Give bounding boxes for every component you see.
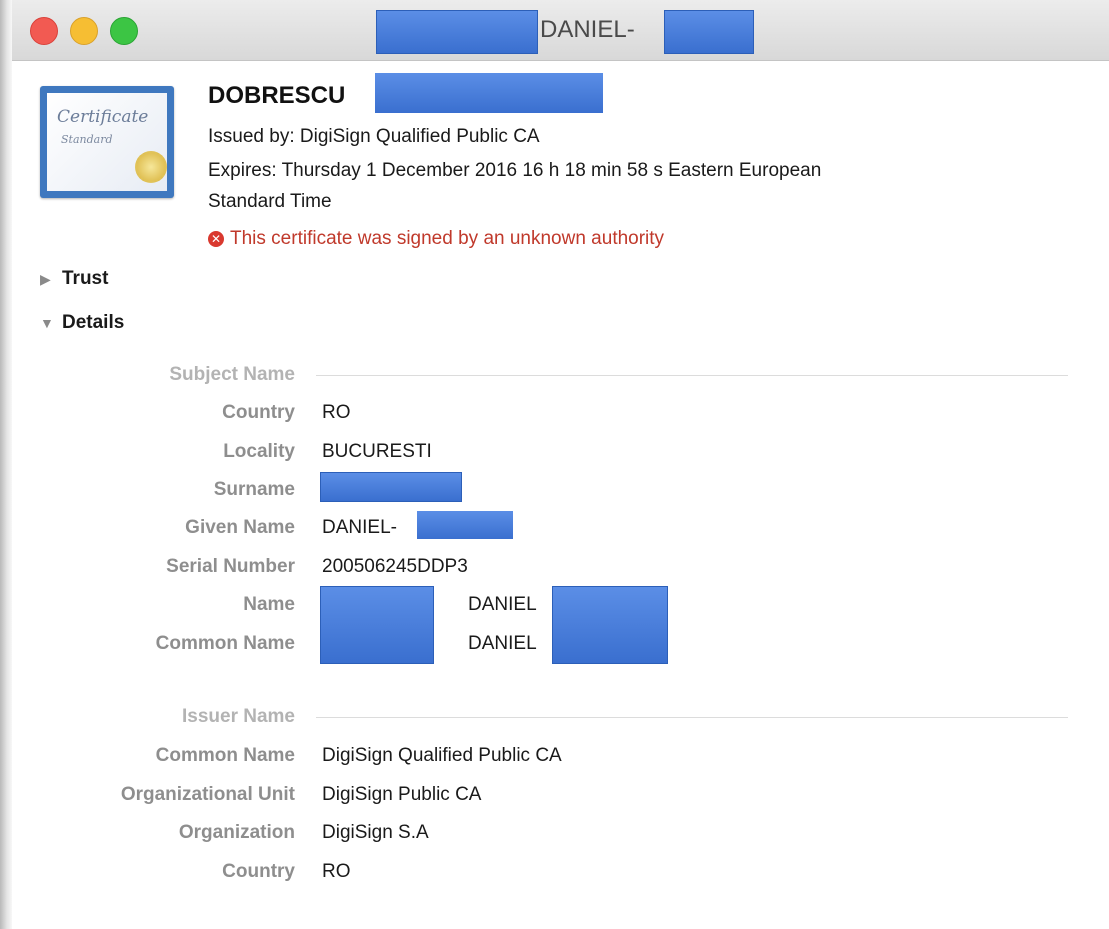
- certificate-window: DANIEL- Certificate Standard DOBRESCU Is…: [12, 0, 1109, 929]
- certificate-icon-text: Certificate: [57, 107, 149, 127]
- redaction-box: [552, 586, 668, 664]
- close-button[interactable]: [30, 17, 58, 45]
- disclosure-down-icon: ▼: [40, 315, 54, 331]
- error-circle-icon: ✕: [208, 231, 224, 247]
- subject-name-value: DANIEL: [468, 594, 537, 615]
- certificate-holder-name: DOBRESCU: [208, 82, 346, 109]
- subject-given-name-label: Given Name: [185, 517, 295, 538]
- issuer-organization-value: DigiSign S.A: [322, 822, 429, 843]
- divider: [316, 717, 1068, 718]
- details-disclosure[interactable]: ▼ Details: [40, 312, 124, 334]
- subject-country-label: Country: [222, 402, 295, 423]
- desktop-edge: [0, 0, 12, 929]
- disclosure-right-icon: ▶: [40, 271, 51, 287]
- issuer-country-value: RO: [322, 861, 351, 882]
- divider: [316, 375, 1068, 376]
- subject-common-name-label: Common Name: [155, 633, 295, 654]
- issued-by: Issued by: DigiSign Qualified Public CA: [208, 126, 540, 147]
- issuer-organization-label: Organization: [178, 822, 295, 843]
- expires: Expires: Thursday 1 December 2016 16 h 1…: [208, 160, 822, 181]
- title-bar[interactable]: DANIEL-: [12, 0, 1109, 61]
- subject-country-value: RO: [322, 402, 351, 423]
- trust-disclosure[interactable]: ▶ Trust: [40, 268, 108, 290]
- window-title: DANIEL-: [540, 16, 635, 43]
- issuer-common-name-value: DigiSign Qualified Public CA: [322, 745, 562, 766]
- redaction-box: [374, 72, 604, 114]
- redaction-box: [664, 10, 754, 54]
- redaction-box: [416, 510, 514, 540]
- zoom-button[interactable]: [110, 17, 138, 45]
- trust-error-message: ✕ This certificate was signed by an unkno…: [208, 228, 664, 250]
- error-text: This certificate was signed by an unknow…: [230, 228, 665, 249]
- issuer-country-label: Country: [222, 861, 295, 882]
- redaction-box: [320, 472, 462, 502]
- subject-serial-value: 200506245DDP3: [322, 556, 468, 577]
- certificate-icon: Certificate Standard: [40, 86, 174, 198]
- seal-icon: [135, 151, 167, 183]
- issuer-common-name-label: Common Name: [155, 745, 295, 766]
- trust-label: Trust: [62, 268, 109, 289]
- subject-locality-label: Locality: [223, 441, 295, 462]
- subject-name-label: Name: [243, 594, 295, 615]
- subject-serial-label: Serial Number: [166, 556, 295, 577]
- expires-continued: Standard Time: [208, 191, 332, 212]
- redaction-box: [320, 586, 434, 664]
- minimize-button[interactable]: [70, 17, 98, 45]
- issuer-org-unit-value: DigiSign Public CA: [322, 784, 482, 805]
- redaction-box: [376, 10, 538, 54]
- issuer-name-heading: Issuer Name: [181, 706, 295, 727]
- subject-surname-label: Surname: [213, 479, 295, 500]
- subject-given-name-value: DANIEL-: [322, 517, 397, 538]
- subject-name-heading: Subject Name: [169, 364, 295, 385]
- details-label: Details: [62, 312, 125, 333]
- certificate-icon-subtext: Standard: [61, 133, 113, 146]
- subject-common-name-value: DANIEL: [468, 633, 537, 654]
- issuer-org-unit-label: Organizational Unit: [120, 784, 295, 805]
- subject-locality-value: BUCURESTI: [322, 441, 432, 462]
